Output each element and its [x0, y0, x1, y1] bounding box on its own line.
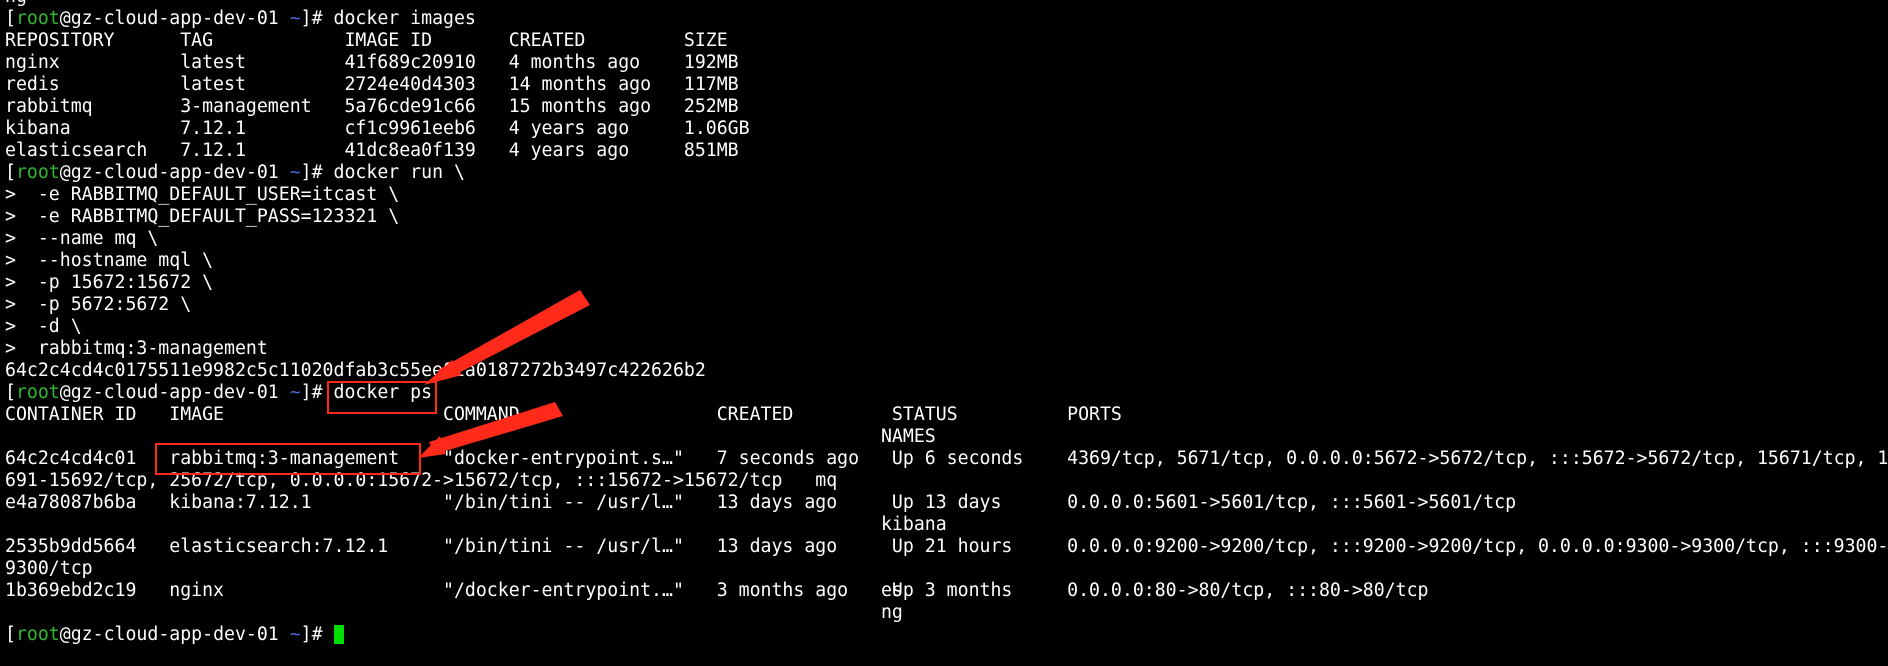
- prompt-path: ~: [289, 8, 301, 29]
- prompt-user: root: [15, 624, 60, 645]
- terminal-cursor[interactable]: [333, 625, 344, 644]
- prompt-path: ~: [289, 382, 301, 403]
- run-argument-line: > -e RABBITMQ_DEFAULT_USER=itcast \: [5, 184, 400, 205]
- run-argument-line: > --name mq \: [5, 228, 159, 249]
- prompt-host: @gz-cloud-app-dev-01: [59, 624, 279, 645]
- run-argument-line: > -p 5672:5672 \: [5, 294, 192, 315]
- ps-table-row-wrap: kibana: [5, 514, 947, 535]
- run-argument-line: > --hostname mql \: [5, 250, 214, 271]
- run-argument-line: > -p 15672:15672 \: [5, 272, 214, 293]
- ps-table-row: 2535b9dd5664 elasticsearch:7.12.1 "/bin/…: [5, 536, 1888, 557]
- prompt-user: root: [15, 8, 60, 29]
- active-prompt-line[interactable]: [root@gz-cloud-app-dev-01 ~]#: [5, 624, 344, 646]
- images-table-row: nginx latest 41f689c20910 4 months ago 1…: [5, 52, 739, 73]
- output-line: ng: [5, 0, 27, 8]
- ps-table-row: 1b369ebd2c19 nginx "/docker-entrypoint.……: [5, 580, 1429, 601]
- prompt-suffix: ]#: [300, 8, 323, 29]
- ps-table-row-wrap: ng: [5, 602, 903, 623]
- prompt-host: @gz-cloud-app-dev-01: [59, 8, 279, 29]
- images-table-row: kibana 7.12.1 cf1c9961eeb6 4 years ago 1…: [5, 118, 750, 139]
- prompt-user: root: [15, 162, 60, 183]
- prompt-host: @gz-cloud-app-dev-01: [59, 382, 279, 403]
- images-table-row: redis latest 2724e40d4303 14 months ago …: [5, 74, 739, 95]
- highlight-box-docker-ps: [327, 381, 437, 414]
- ps-table-header-names: NAMES: [5, 426, 936, 447]
- command-docker-run: docker run \: [322, 162, 465, 183]
- images-table-row: rabbitmq 3-management 5a76cde91c66 15 mo…: [5, 96, 739, 117]
- run-argument-line: > -d \: [5, 316, 82, 337]
- prompt-suffix: ]#: [300, 382, 323, 403]
- ps-table-row: e4a78087b6ba kibana:7.12.1 "/bin/tini --…: [5, 492, 1517, 513]
- prompt-line: [root@gz-cloud-app-dev-01 ~]# docker ima…: [5, 8, 476, 29]
- prompt-line: [root@gz-cloud-app-dev-01 ~]# docker run…: [5, 162, 465, 183]
- command-docker-images: docker images: [322, 8, 476, 29]
- run-argument-line: > rabbitmq:3-management: [5, 338, 268, 359]
- container-id-output: 64c2c4cd4c0175511e9982c5c11020dfab3c55ee…: [5, 360, 706, 381]
- prompt-path: ~: [289, 162, 301, 183]
- images-table-header: REPOSITORY TAG IMAGE ID CREATED SIZE: [5, 30, 728, 51]
- prompt-suffix: ]#: [300, 624, 323, 645]
- ps-table-header: CONTAINER ID IMAGE COMMAND CREATED STATU…: [5, 404, 1122, 425]
- terminal-window[interactable]: ng [root@gz-cloud-app-dev-01 ~]# docker …: [0, 0, 1888, 666]
- prompt-host: @gz-cloud-app-dev-01: [59, 162, 279, 183]
- run-argument-line: > -e RABBITMQ_DEFAULT_PASS=123321 \: [5, 206, 400, 227]
- ps-table-row-wrap: 9300/tcp: [5, 558, 93, 579]
- prompt-path: ~: [289, 624, 301, 645]
- prompt-user: root: [15, 382, 60, 403]
- images-table-row: elasticsearch 7.12.1 41dc8ea0f139 4 year…: [5, 140, 739, 161]
- highlight-box-rabbitmq-image: [155, 443, 421, 475]
- prompt-suffix: ]#: [300, 162, 323, 183]
- ps-table-row-wrap: 691-15692/tcp, 25672/tcp, 0.0.0.0:15672-…: [5, 470, 838, 491]
